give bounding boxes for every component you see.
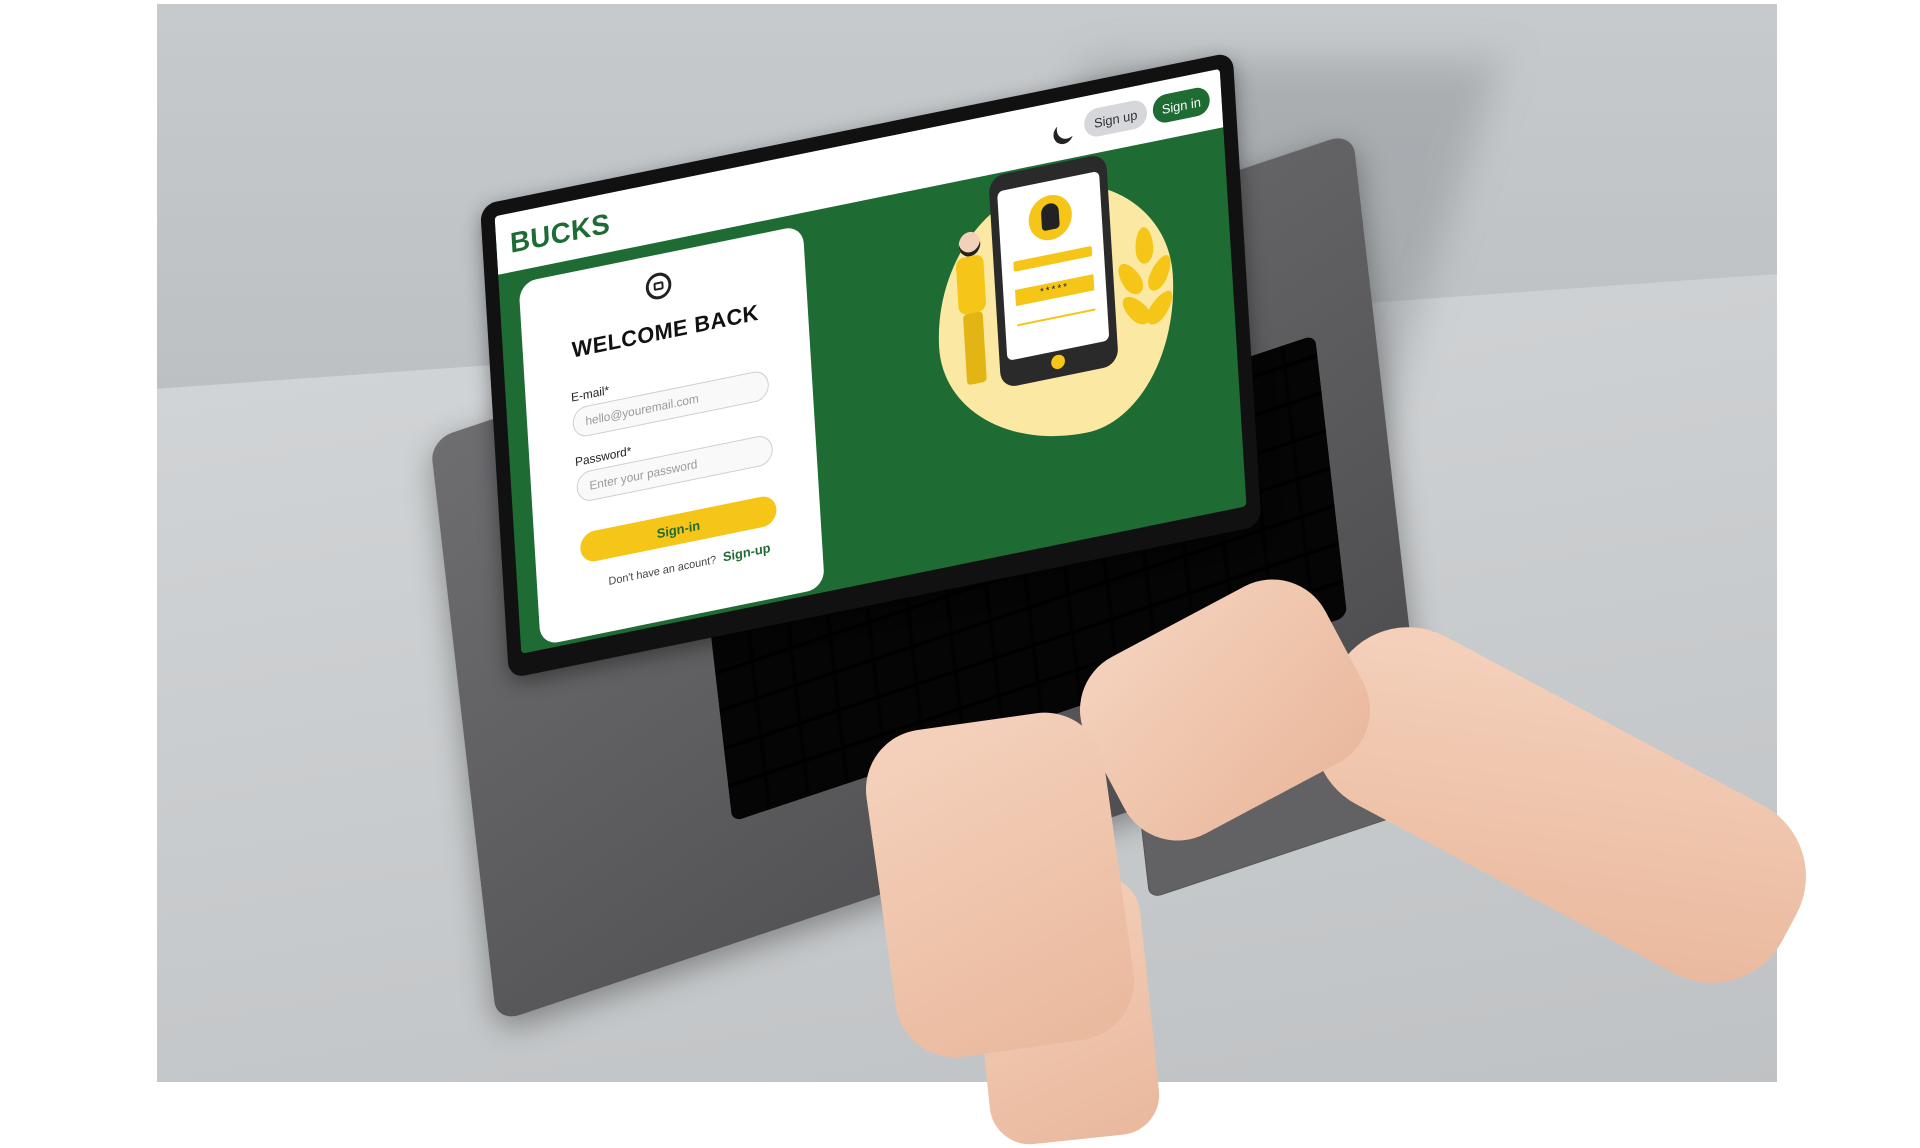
brand-logo[interactable]: BUCKS (509, 207, 611, 260)
password-input[interactable] (575, 433, 774, 504)
left-hand (858, 704, 1142, 1066)
phone-password-field: ***** (1014, 274, 1095, 307)
phone-screen: ***** (997, 170, 1110, 361)
signup-link[interactable]: Sign-up (723, 540, 771, 565)
login-card: WELCOME BACK E-mail* Password* Sign-in D… (518, 225, 825, 646)
plant-icon (1113, 222, 1178, 353)
signup-prompt-text: Don't have an acount? (608, 553, 717, 588)
phone-username-bar (1013, 245, 1093, 272)
email-input[interactable] (571, 368, 770, 440)
phone-illustration: ***** (988, 153, 1119, 389)
page-title: WELCOME BACK (571, 299, 760, 363)
lock-icon (645, 270, 673, 302)
phone-divider (1017, 308, 1096, 327)
leaf (1134, 225, 1155, 266)
person-body (955, 253, 987, 316)
person-legs (962, 310, 987, 386)
user-avatar-icon (1027, 191, 1074, 245)
login-illustration: ***** (889, 113, 1222, 499)
phone-home-button-icon (1050, 353, 1066, 371)
